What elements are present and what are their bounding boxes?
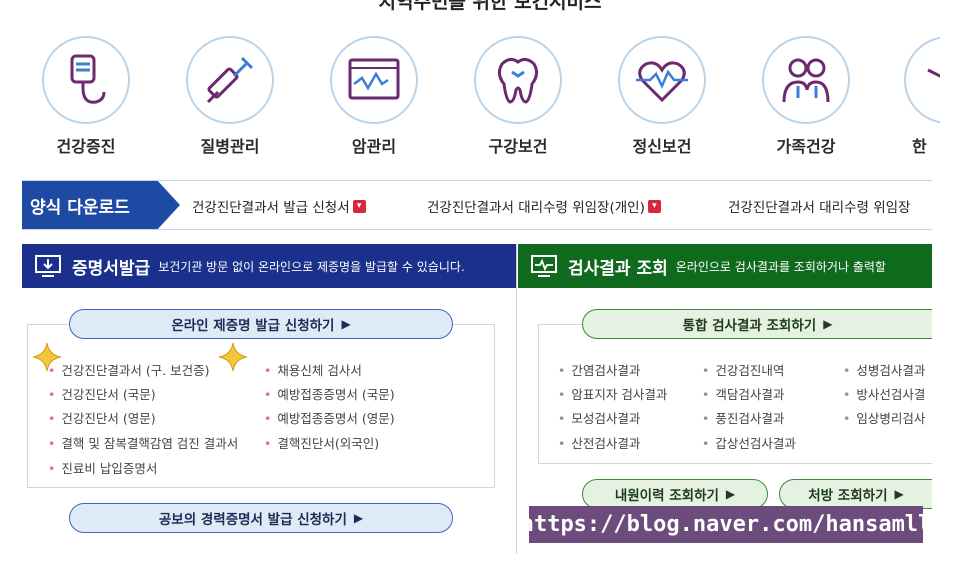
cert-item-payment[interactable]: 진료비 납입증명서	[48, 458, 157, 477]
cert-item-health-en[interactable]: 건강진단서 (영문)	[48, 408, 155, 427]
visit-history-button[interactable]: 내원이력 조회하기 ▶	[582, 479, 768, 509]
panel-divider	[516, 244, 517, 554]
result-sputum[interactable]: 객담검사결과	[702, 384, 784, 403]
download-item-proxy[interactable]: 건강진단결과서 대리수령 위임장	[728, 196, 910, 216]
online-cert-apply-button[interactable]: 온라인 제증명 발급 신청하기 ▶	[69, 309, 453, 339]
section-title: 지역주민을 위한 보건서비스	[378, 0, 602, 13]
pdf-icon: ▾	[647, 199, 661, 213]
service-cancer[interactable]: 암관리	[314, 36, 434, 157]
pdf-icon: ▾	[352, 199, 366, 213]
chevron-right-icon: ▶	[823, 317, 833, 331]
result-prenatal[interactable]: 산전검사결과	[558, 433, 640, 452]
cert-item-employment-exam[interactable]: 채용신체 검사서	[264, 360, 361, 379]
career-cert-apply-button[interactable]: 공보의 경력증명서 발급 신청하기 ▶	[69, 503, 453, 533]
result-hepatitis[interactable]: 간염검사결과	[558, 360, 640, 379]
cert-item-vaccine-kr[interactable]: 예방접종증명서 (국문)	[264, 384, 394, 403]
chevron-right-icon: ▶	[725, 487, 736, 501]
cert-item-tb-result[interactable]: 결핵 및 잠복결핵감염 검진 결과서	[48, 433, 238, 452]
chevron-right-icon: ▶	[894, 487, 904, 501]
prescription-button[interactable]: 처방 조회하기 ▶	[779, 479, 932, 509]
monitor-pulse-icon	[531, 255, 557, 277]
chevron-right-icon: ▶	[341, 317, 351, 331]
monitor-download-icon	[35, 255, 61, 277]
service-oral-health[interactable]: 구강보건	[458, 36, 578, 157]
form-download-bar: 양식 다운로드 건강진단결과서 발급 신청서 ▾ 건강진단결과서 대리수령 위임장…	[22, 180, 932, 230]
result-radiology[interactable]: 방사선검사결	[843, 384, 932, 403]
service-disease-control[interactable]: 질병관리	[170, 36, 290, 157]
family-icon	[782, 58, 830, 103]
heart-pulse-icon	[636, 61, 688, 103]
chevron-right-icon: ▶	[353, 511, 364, 525]
download-item-proxy-individual[interactable]: 건강진단결과서 대리수령 위임장(개인) ▾	[427, 196, 661, 216]
result-checkup-history[interactable]: 건강검진내역	[702, 360, 784, 379]
result-rubella[interactable]: 풍진검사결과	[702, 408, 784, 427]
service-health-promotion[interactable]: 건강증진	[26, 36, 146, 157]
tooth-icon	[497, 57, 539, 104]
monitor-chart-icon	[348, 58, 400, 100]
service-partial[interactable]: 한	[890, 36, 940, 157]
cert-panel-title: 증명서발급	[72, 258, 151, 279]
service-icons-row: 건강증진 질병관리 암관리 구강보건 정신보건 가족건강 한	[0, 36, 940, 166]
cert-item-vaccine-en[interactable]: 예방접종증명서 (영문)	[264, 408, 394, 427]
sparkle-icon	[218, 342, 248, 372]
integrated-results-button[interactable]: 통합 검사결과 조회하기 ▶	[582, 309, 932, 339]
result-thyroid[interactable]: 갑상선검사결과	[702, 433, 796, 452]
cert-item-tb-foreigner[interactable]: 결핵진단서(외국인)	[264, 433, 379, 452]
blog-watermark: https://blog.naver.com/hansamll	[521, 506, 931, 543]
result-clinical-pathology[interactable]: 임상병리검사	[843, 408, 932, 427]
results-panel-desc: 온라인으로 검사결과를 조회하거나 출력할	[675, 259, 886, 274]
results-panel-header: 검사결과 조회 온라인으로 검사결과를 조회하거나 출력할	[518, 244, 932, 288]
cert-item-health-result[interactable]: 건강진단결과서 (구. 보건증)	[48, 360, 209, 379]
cert-item-health-kr[interactable]: 건강진단서 (국문)	[48, 384, 155, 403]
service-family-health[interactable]: 가족건강	[746, 36, 866, 157]
result-std[interactable]: 성병검사결과	[843, 360, 932, 379]
iv-drip-icon	[70, 54, 106, 104]
results-panel-title: 검사결과 조회	[568, 258, 668, 279]
form-download-label: 양식 다운로드	[22, 181, 180, 229]
partial-icon	[927, 68, 940, 78]
result-tumor-marker[interactable]: 암표지자 검사결과	[558, 384, 667, 403]
cert-panel-header: 증명서발급 보건기관 방문 없이 온라인으로 제증명을 발급할 수 있습니다.	[22, 244, 516, 288]
cert-panel-desc: 보건기관 방문 없이 온라인으로 제증명을 발급할 수 있습니다.	[158, 259, 465, 274]
download-item-health-cert-request[interactable]: 건강진단결과서 발급 신청서 ▾	[192, 196, 366, 216]
syringe-icon	[206, 56, 254, 104]
result-maternal[interactable]: 모성검사결과	[558, 408, 640, 427]
service-mental-health[interactable]: 정신보건	[602, 36, 722, 157]
